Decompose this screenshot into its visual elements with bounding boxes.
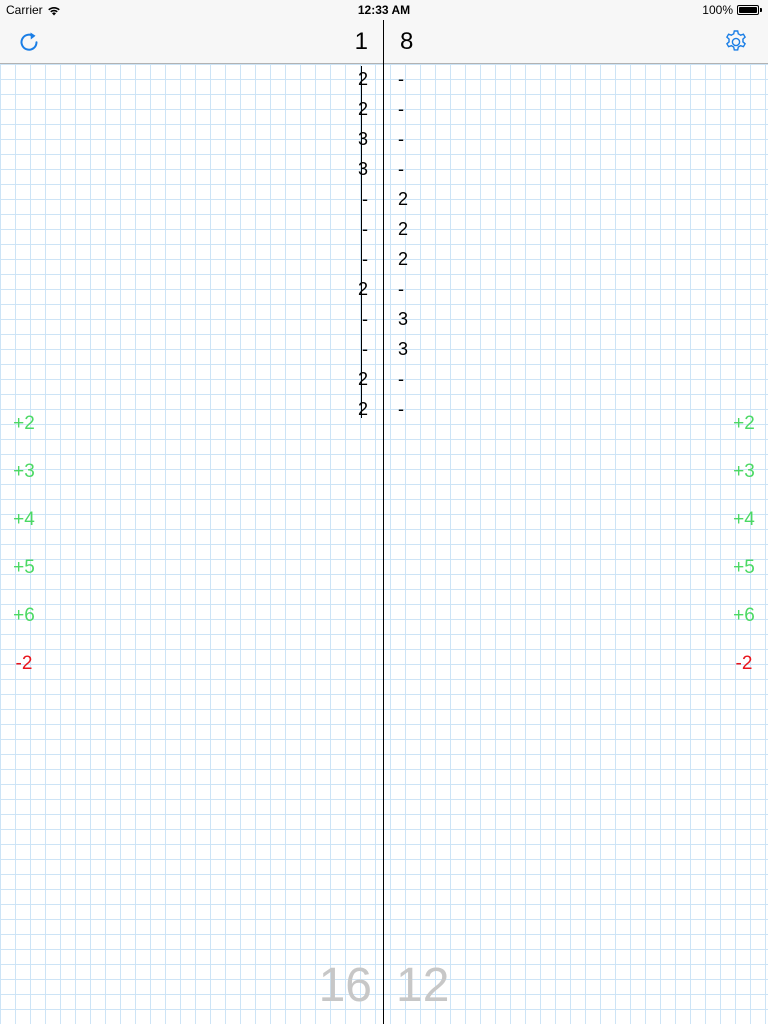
right-plus-4-button[interactable]: +4 (720, 506, 768, 554)
right-entry: - (398, 159, 404, 179)
battery-icon (737, 5, 759, 15)
status-bar: Carrier 12:33 AM 100% (0, 0, 768, 20)
battery-percentage: 100% (702, 3, 733, 17)
center-divider (383, 20, 384, 1024)
status-time: 12:33 AM (357, 3, 411, 17)
right-entry: - (398, 279, 404, 299)
settings-button[interactable] (722, 28, 750, 56)
left-entry: - (362, 219, 368, 239)
right-plus-2-button[interactable]: +2 (720, 410, 768, 458)
right-plus-5-button[interactable]: +5 (720, 554, 768, 602)
left-minus-2-button[interactable]: -2 (0, 650, 48, 698)
left-entry: - (362, 249, 368, 269)
right-count: 8 (400, 28, 414, 55)
left-score-buttons: +2 +3 +4 +5 +6 -2 (0, 410, 48, 698)
left-entry: 3 (357, 129, 368, 149)
right-entry: - (398, 99, 404, 119)
left-plus-2-button[interactable]: +2 (0, 410, 48, 458)
left-entry: 2 (357, 399, 368, 419)
right-entry: 2 (398, 219, 409, 239)
right-total: 12 (396, 959, 450, 1012)
right-entries-column: - - - - 2 2 2 - 3 3 - - (398, 66, 428, 426)
refresh-icon (20, 32, 38, 51)
left-entry: 3 (357, 159, 368, 179)
right-score-buttons: +2 +3 +4 +5 +6 -2 (720, 410, 768, 698)
right-entry: 3 (398, 309, 409, 329)
left-entries-column: 2 2 3 3 - - - 2 - - 2 2 (340, 66, 368, 426)
left-entry: 2 (357, 369, 368, 389)
left-entry: 2 (357, 99, 368, 119)
battery-indicator: 100% (702, 3, 762, 17)
left-entry: - (362, 309, 368, 329)
left-plus-3-button[interactable]: +3 (0, 458, 48, 506)
left-entry: 2 (357, 279, 368, 299)
right-plus-6-button[interactable]: +6 (720, 602, 768, 650)
left-entry: - (362, 339, 368, 359)
right-entry: - (398, 69, 404, 89)
left-count: 1 (354, 28, 368, 55)
left-entry: - (362, 189, 368, 209)
right-plus-3-button[interactable]: +3 (720, 458, 768, 506)
right-entry: - (398, 399, 404, 419)
right-minus-2-button[interactable]: -2 (720, 650, 768, 698)
left-plus-4-button[interactable]: +4 (0, 506, 48, 554)
refresh-button[interactable] (15, 28, 43, 56)
right-entry: 2 (398, 189, 409, 209)
left-entry: 2 (357, 69, 368, 89)
right-entry: - (398, 369, 404, 389)
right-entry: 2 (398, 249, 409, 269)
right-entry: - (398, 129, 404, 149)
nav-bar: 1 8 (0, 20, 768, 64)
left-plus-6-button[interactable]: +6 (0, 602, 48, 650)
graph-paper-area (0, 64, 768, 1024)
left-total: 16 (318, 959, 372, 1012)
gear-icon (726, 30, 746, 51)
right-entry: 3 (398, 339, 409, 359)
left-plus-5-button[interactable]: +5 (0, 554, 48, 602)
